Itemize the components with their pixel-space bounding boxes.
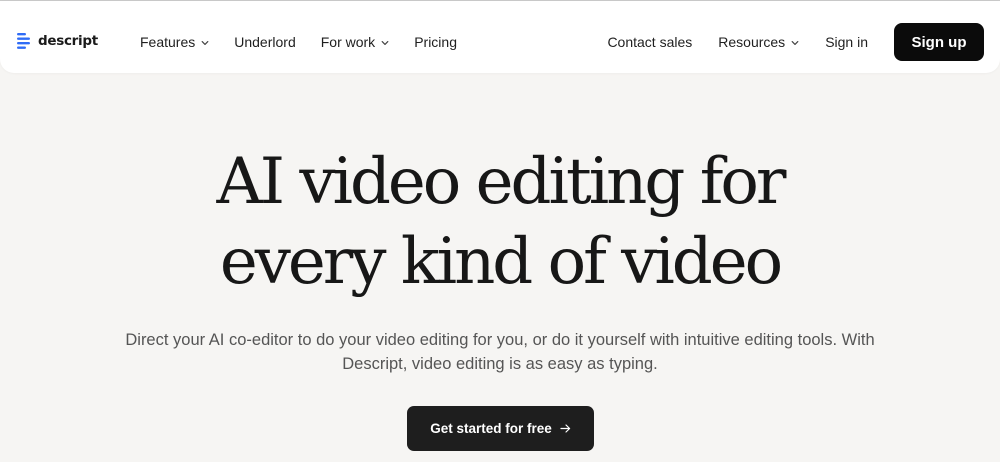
arrow-right-icon xyxy=(560,424,570,433)
nav-resources[interactable]: Resources xyxy=(718,34,799,50)
sign-up-button[interactable]: Sign up xyxy=(894,23,984,61)
nav-features-label: Features xyxy=(140,34,196,50)
hero-subtitle: Direct your AI co-editor to do your vide… xyxy=(100,328,900,376)
nav-underlord-label: Underlord xyxy=(234,34,296,50)
get-started-button[interactable]: Get started for free xyxy=(407,406,594,451)
chevron-down-icon xyxy=(791,40,799,45)
hero-headline: AI video editing for every kind of video xyxy=(0,142,1000,302)
hero-subtitle-line-2: Descript, video editing is as easy as ty… xyxy=(342,355,658,373)
nav-for-work[interactable]: For work xyxy=(321,34,389,50)
nav-features[interactable]: Features xyxy=(140,34,209,50)
logo-link[interactable]: descript xyxy=(17,32,98,50)
nav-pricing-label: Pricing xyxy=(414,34,457,50)
nav-contact-sales-label: Contact sales xyxy=(607,34,693,50)
top-navigation: descript Features Underlord For work Pri… xyxy=(0,1,1000,73)
nav-sign-in-label: Sign in xyxy=(825,34,868,50)
nav-contact-sales[interactable]: Contact sales xyxy=(607,34,692,50)
hero-headline-line-2: every kind of video xyxy=(219,225,783,299)
get-started-label: Get started for free xyxy=(430,421,552,436)
chevron-down-icon xyxy=(381,40,389,45)
logo-wordmark: descript xyxy=(38,33,98,49)
secondary-nav: Contact sales Resources Sign in Sign up xyxy=(607,23,984,61)
primary-nav: Features Underlord For work Pricing xyxy=(140,34,457,50)
hero-subtitle-line-1: Direct your AI co-editor to do your vide… xyxy=(125,331,875,349)
chevron-down-icon xyxy=(201,40,209,45)
descript-logo-icon xyxy=(17,33,30,49)
hero-headline-line-1: AI video editing for xyxy=(216,145,786,219)
nav-for-work-label: For work xyxy=(320,34,376,50)
nav-resources-label: Resources xyxy=(718,34,786,50)
nav-pricing[interactable]: Pricing xyxy=(414,34,457,50)
nav-sign-in[interactable]: Sign in xyxy=(825,34,868,50)
nav-underlord[interactable]: Underlord xyxy=(234,34,295,50)
